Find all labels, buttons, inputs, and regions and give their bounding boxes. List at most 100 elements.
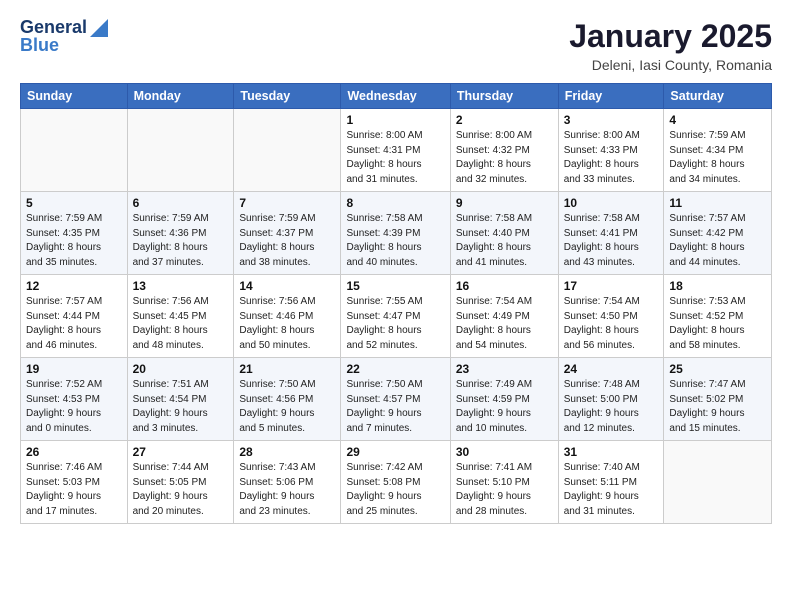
calendar-cell bbox=[127, 109, 234, 192]
day-number: 28 bbox=[239, 445, 335, 459]
day-number: 25 bbox=[669, 362, 766, 376]
day-number: 3 bbox=[564, 113, 659, 127]
day-number: 7 bbox=[239, 196, 335, 210]
day-number: 6 bbox=[133, 196, 229, 210]
day-number: 26 bbox=[26, 445, 122, 459]
calendar-cell: 12 Sunrise: 7:57 AMSunset: 4:44 PMDayligh… bbox=[21, 275, 128, 358]
day-number: 30 bbox=[456, 445, 553, 459]
calendar-week-row: 26Sunrise: 7:46 AMSunset: 5:03 PMDayligh… bbox=[21, 441, 772, 524]
weekday-header-row: Sunday Monday Tuesday Wednesday Thursday… bbox=[21, 84, 772, 109]
day-number: 23 bbox=[456, 362, 553, 376]
calendar-week-row: 19 Sunrise: 7:52 AMSunset: 4:53 PMDayligh… bbox=[21, 358, 772, 441]
day-number: 10 bbox=[564, 196, 659, 210]
calendar-cell: 2Sunrise: 8:00 AMSunset: 4:32 PMDaylight… bbox=[450, 109, 558, 192]
calendar-cell: 19 Sunrise: 7:52 AMSunset: 4:53 PMDayligh… bbox=[21, 358, 128, 441]
day-info: Sunrise: 7:57 AMSunset: 4:42 PMDaylight:… bbox=[669, 212, 766, 270]
day-info: Sunrise: 7:50 AMSunset: 4:57 PMDaylight:… bbox=[346, 378, 444, 436]
day-info: Sunrise: 7:59 AMSunset: 4:35 PMDaylight:… bbox=[26, 212, 122, 270]
day-number: 11 bbox=[669, 196, 766, 210]
day-number: 20 bbox=[133, 362, 229, 376]
calendar-cell: 22 Sunrise: 7:50 AMSunset: 4:57 PMDayligh… bbox=[341, 358, 450, 441]
day-info: Sunrise: 7:55 AMSunset: 4:47 PMDaylight:… bbox=[346, 295, 444, 353]
day-number: 22 bbox=[346, 362, 444, 376]
calendar-cell: 25 Sunrise: 7:47 AMSunset: 5:02 PMDayligh… bbox=[664, 358, 772, 441]
header: General Blue January 2025 Deleni, Iasi C… bbox=[20, 18, 772, 73]
header-monday: Monday bbox=[127, 84, 234, 109]
logo-icon bbox=[90, 19, 108, 37]
calendar-body: 1 Sunrise: 8:00 AMSunset: 4:31 PMDaylight… bbox=[21, 109, 772, 524]
day-number: 1 bbox=[346, 113, 444, 127]
day-info: Sunrise: 7:59 AMSunset: 4:36 PMDaylight:… bbox=[133, 212, 229, 270]
calendar-cell: 18Sunrise: 7:53 AMSunset: 4:52 PMDayligh… bbox=[664, 275, 772, 358]
day-number: 24 bbox=[564, 362, 659, 376]
day-info: Sunrise: 7:50 AMSunset: 4:56 PMDaylight:… bbox=[239, 378, 335, 436]
day-info: Sunrise: 7:51 AMSunset: 4:54 PMDaylight:… bbox=[133, 378, 229, 436]
day-number: 18 bbox=[669, 279, 766, 293]
calendar-cell: 31 Sunrise: 7:40 AMSunset: 5:11 PMDayligh… bbox=[558, 441, 664, 524]
day-number: 27 bbox=[133, 445, 229, 459]
day-number: 2 bbox=[456, 113, 553, 127]
day-info: Sunrise: 7:58 AMSunset: 4:40 PMDaylight:… bbox=[456, 212, 553, 270]
day-info: Sunrise: 8:00 AMSunset: 4:31 PMDaylight:… bbox=[346, 129, 444, 187]
day-info: Sunrise: 7:40 AMSunset: 5:11 PMDaylight:… bbox=[564, 461, 659, 519]
day-number: 19 bbox=[26, 362, 122, 376]
calendar-cell: 20 Sunrise: 7:51 AMSunset: 4:54 PMDayligh… bbox=[127, 358, 234, 441]
day-info: Sunrise: 7:47 AMSunset: 5:02 PMDaylight:… bbox=[669, 378, 766, 436]
day-info: Sunrise: 7:59 AMSunset: 4:34 PMDaylight:… bbox=[669, 129, 766, 187]
calendar-cell bbox=[21, 109, 128, 192]
day-number: 29 bbox=[346, 445, 444, 459]
title-block: January 2025 Deleni, Iasi County, Romani… bbox=[569, 18, 772, 73]
header-sunday: Sunday bbox=[21, 84, 128, 109]
day-number: 4 bbox=[669, 113, 766, 127]
calendar-cell: 23 Sunrise: 7:49 AMSunset: 4:59 PMDayligh… bbox=[450, 358, 558, 441]
day-info: Sunrise: 7:57 AMSunset: 4:44 PMDaylight:… bbox=[26, 295, 122, 353]
day-number: 31 bbox=[564, 445, 659, 459]
calendar-cell: 24 Sunrise: 7:48 AMSunset: 5:00 PMDayligh… bbox=[558, 358, 664, 441]
day-info: Sunrise: 7:48 AMSunset: 5:00 PMDaylight:… bbox=[564, 378, 659, 436]
logo-text-blue: Blue bbox=[20, 36, 59, 56]
day-info: Sunrise: 7:43 AMSunset: 5:06 PMDaylight:… bbox=[239, 461, 335, 519]
logo: General Blue bbox=[20, 18, 108, 56]
calendar-cell: 1 Sunrise: 8:00 AMSunset: 4:31 PMDaylight… bbox=[341, 109, 450, 192]
header-tuesday: Tuesday bbox=[234, 84, 341, 109]
day-number: 21 bbox=[239, 362, 335, 376]
day-info: Sunrise: 8:00 AMSunset: 4:33 PMDaylight:… bbox=[564, 129, 659, 187]
page: General Blue January 2025 Deleni, Iasi C… bbox=[0, 0, 792, 612]
calendar-cell: 15 Sunrise: 7:55 AMSunset: 4:47 PMDayligh… bbox=[341, 275, 450, 358]
day-info: Sunrise: 7:44 AMSunset: 5:05 PMDaylight:… bbox=[133, 461, 229, 519]
day-info: Sunrise: 7:49 AMSunset: 4:59 PMDaylight:… bbox=[456, 378, 553, 436]
calendar-cell bbox=[234, 109, 341, 192]
day-info: Sunrise: 7:56 AMSunset: 4:46 PMDaylight:… bbox=[239, 295, 335, 353]
day-info: Sunrise: 7:42 AMSunset: 5:08 PMDaylight:… bbox=[346, 461, 444, 519]
calendar-cell: 29 Sunrise: 7:42 AMSunset: 5:08 PMDayligh… bbox=[341, 441, 450, 524]
day-number: 14 bbox=[239, 279, 335, 293]
calendar-cell: 21 Sunrise: 7:50 AMSunset: 4:56 PMDayligh… bbox=[234, 358, 341, 441]
day-info: Sunrise: 7:52 AMSunset: 4:53 PMDaylight:… bbox=[26, 378, 122, 436]
day-info: Sunrise: 7:54 AMSunset: 4:49 PMDaylight:… bbox=[456, 295, 553, 353]
day-info: Sunrise: 7:59 AMSunset: 4:37 PMDaylight:… bbox=[239, 212, 335, 270]
calendar-cell: 13 Sunrise: 7:56 AMSunset: 4:45 PMDayligh… bbox=[127, 275, 234, 358]
day-number: 9 bbox=[456, 196, 553, 210]
header-friday: Friday bbox=[558, 84, 664, 109]
day-number: 15 bbox=[346, 279, 444, 293]
calendar-cell: 17Sunrise: 7:54 AMSunset: 4:50 PMDayligh… bbox=[558, 275, 664, 358]
calendar-cell: 28 Sunrise: 7:43 AMSunset: 5:06 PMDayligh… bbox=[234, 441, 341, 524]
day-number: 5 bbox=[26, 196, 122, 210]
header-wednesday: Wednesday bbox=[341, 84, 450, 109]
calendar-table: Sunday Monday Tuesday Wednesday Thursday… bbox=[20, 83, 772, 524]
calendar-week-row: 1 Sunrise: 8:00 AMSunset: 4:31 PMDaylight… bbox=[21, 109, 772, 192]
calendar-cell: 3 Sunrise: 8:00 AMSunset: 4:33 PMDaylight… bbox=[558, 109, 664, 192]
day-info: Sunrise: 7:56 AMSunset: 4:45 PMDaylight:… bbox=[133, 295, 229, 353]
day-number: 12 bbox=[26, 279, 122, 293]
header-thursday: Thursday bbox=[450, 84, 558, 109]
calendar-title: January 2025 bbox=[569, 18, 772, 55]
calendar-week-row: 12 Sunrise: 7:57 AMSunset: 4:44 PMDayligh… bbox=[21, 275, 772, 358]
day-info: Sunrise: 7:41 AMSunset: 5:10 PMDaylight:… bbox=[456, 461, 553, 519]
calendar-cell: 9 Sunrise: 7:58 AMSunset: 4:40 PMDaylight… bbox=[450, 192, 558, 275]
header-saturday: Saturday bbox=[664, 84, 772, 109]
calendar-cell: 11 Sunrise: 7:57 AMSunset: 4:42 PMDayligh… bbox=[664, 192, 772, 275]
day-number: 8 bbox=[346, 196, 444, 210]
calendar-cell: 14 Sunrise: 7:56 AMSunset: 4:46 PMDayligh… bbox=[234, 275, 341, 358]
calendar-cell: 10Sunrise: 7:58 AMSunset: 4:41 PMDayligh… bbox=[558, 192, 664, 275]
day-number: 13 bbox=[133, 279, 229, 293]
